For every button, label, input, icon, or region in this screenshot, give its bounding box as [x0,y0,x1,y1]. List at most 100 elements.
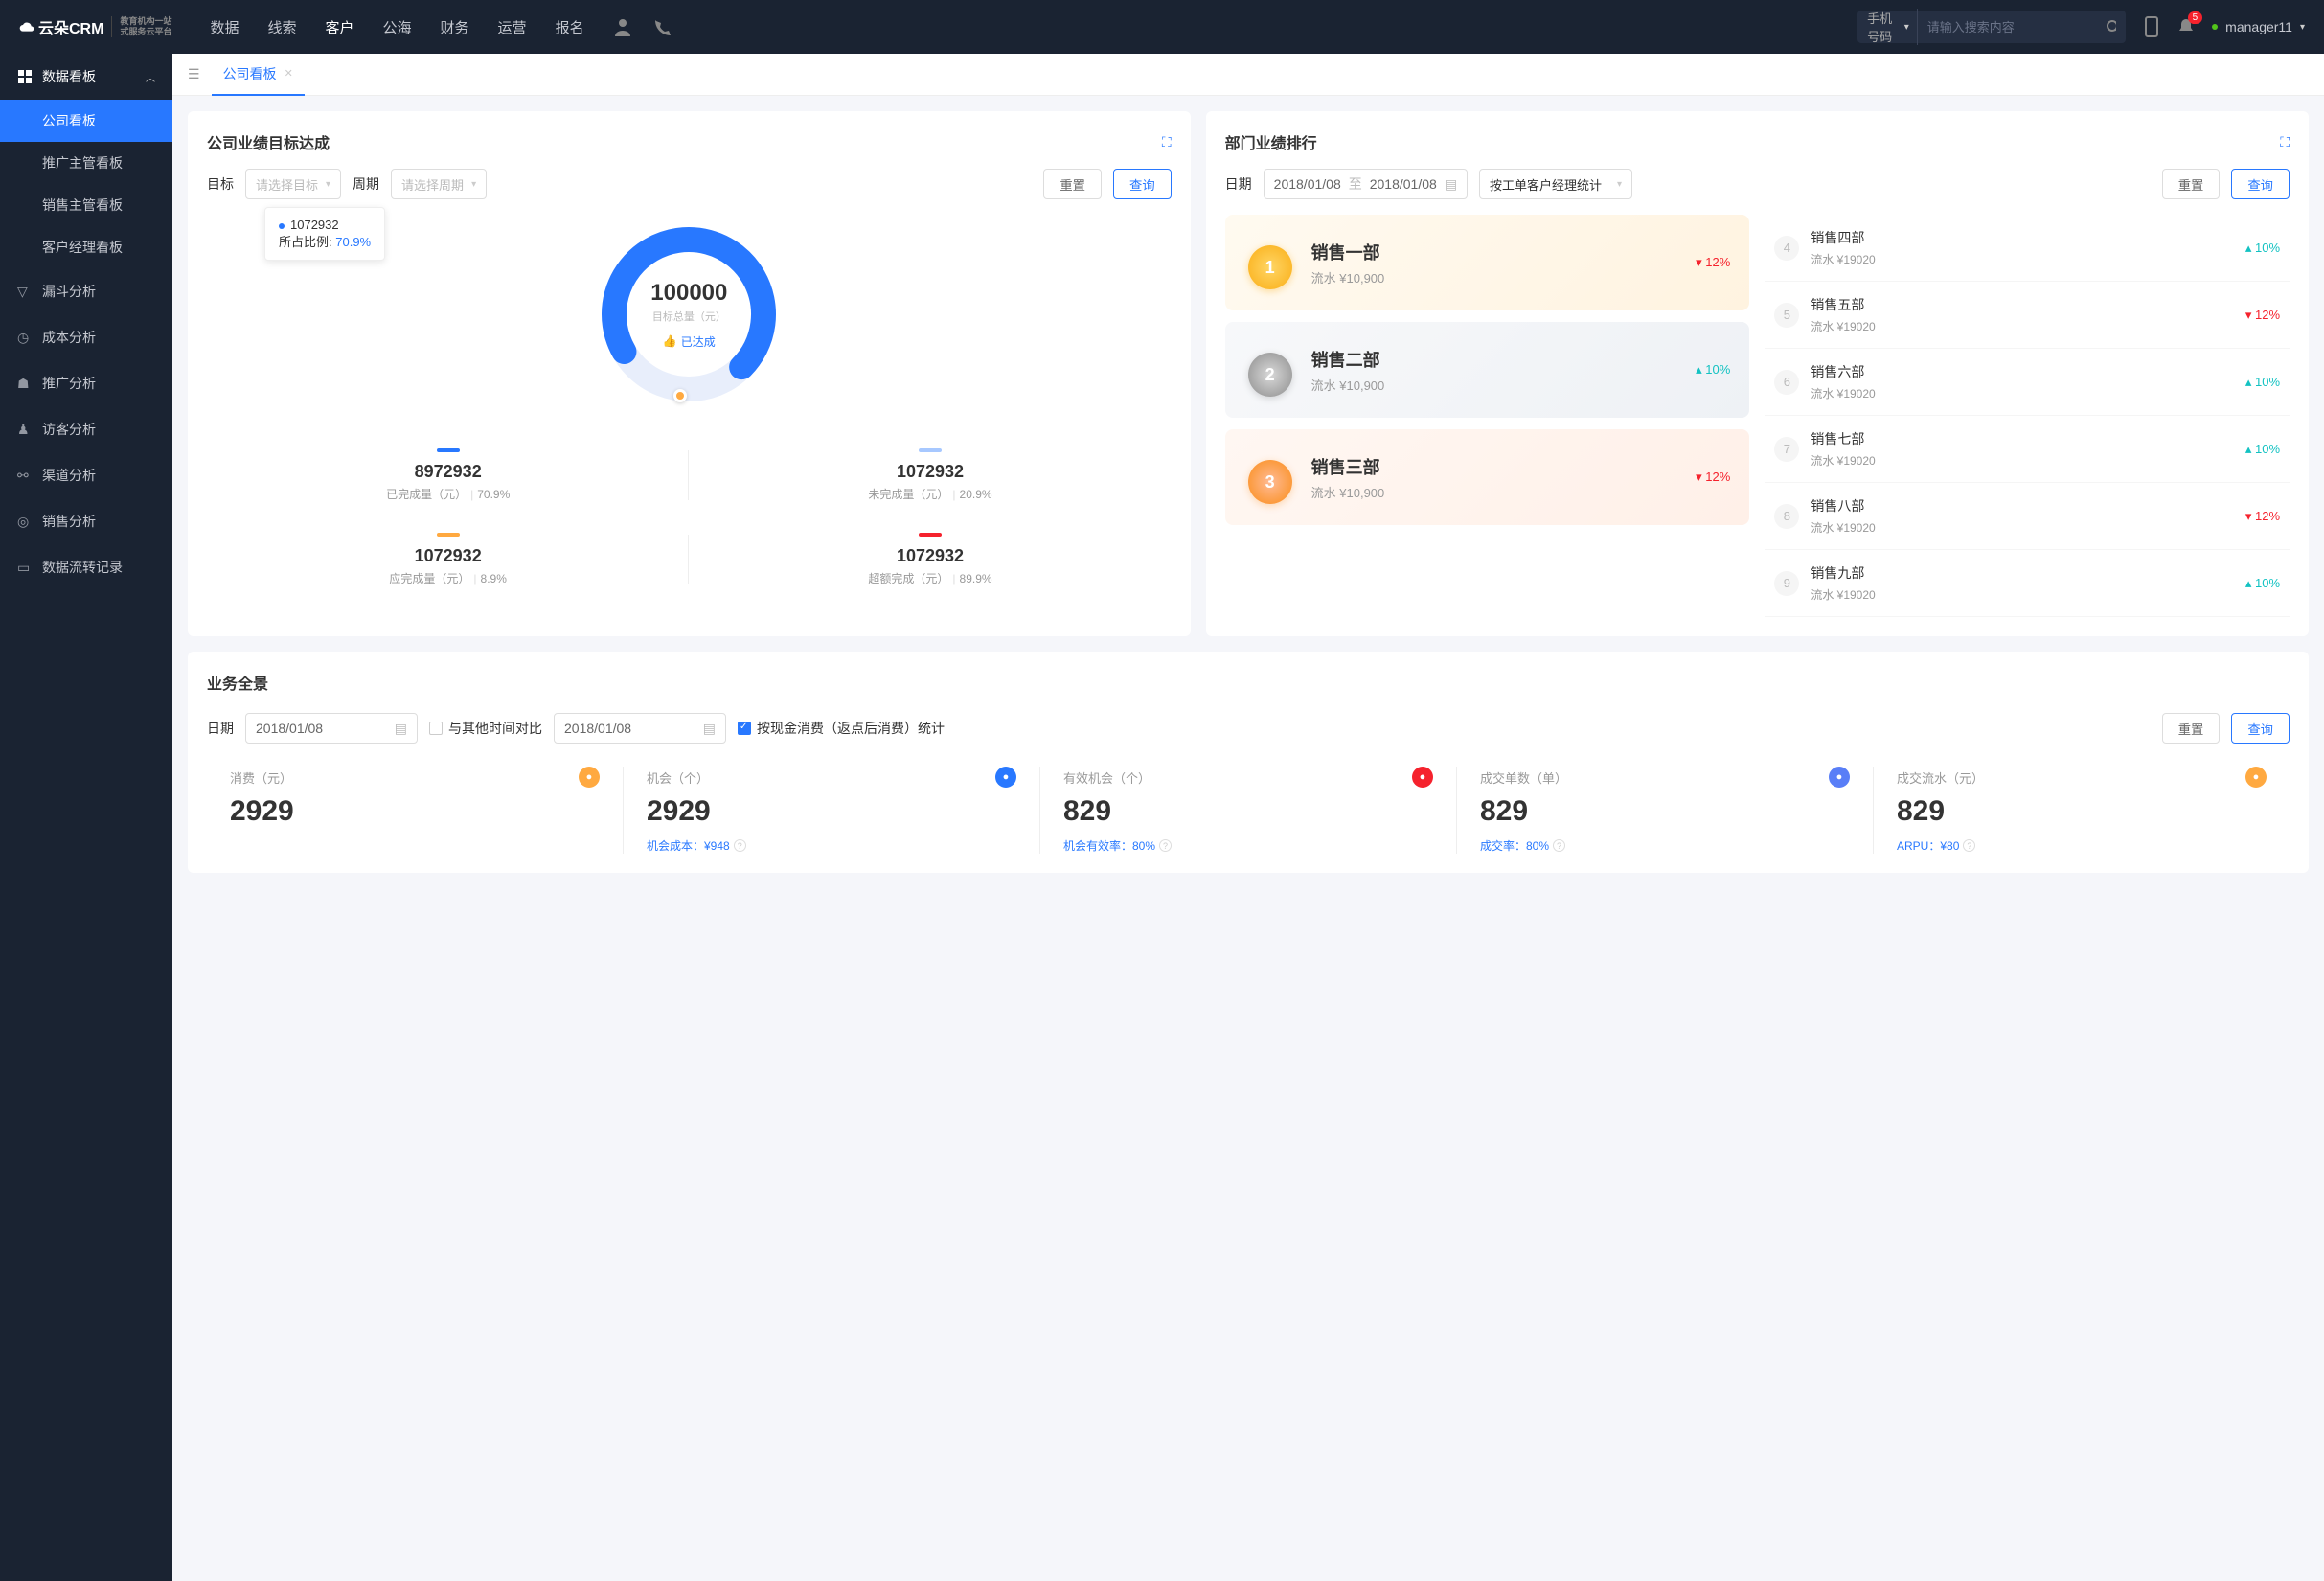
kpi-sub-link[interactable]: 机会成本：¥948 ? [647,837,1016,854]
menu-icon: ▽ [17,284,33,300]
query-button[interactable]: 查询 [2231,713,2290,744]
toggle-sidebar-icon[interactable]: ☰ [188,66,200,82]
metric: 1072932未完成量（元）|20.9% [689,433,1171,517]
search-input[interactable] [1918,20,2106,34]
medal-icon: 1 [1244,234,1296,291]
tab-label: 公司看板 [223,64,277,83]
nav-item[interactable]: 运营 [498,17,527,37]
sidebar-item[interactable]: 推广主管看板 [0,142,172,184]
rank-row[interactable]: 4销售四部流水 ¥19020▴ 10% [1765,215,2290,282]
kpi-icon: ● [995,767,1016,788]
panel-overview: 业务全景 日期 2018/01/08▤ 与其他时间对比 2018/01/08▤ … [188,652,2309,873]
rank-row[interactable]: 6销售六部流水 ¥19020▴ 10% [1765,349,2290,416]
reset-button[interactable]: 重置 [2162,713,2221,744]
metric: 8972932已完成量（元）|70.9% [207,433,689,517]
date-input[interactable]: 2018/01/08▤ [245,713,418,744]
nav-icons [613,17,671,36]
rank-card[interactable]: 1销售一部流水 ¥10,900▾ 12% [1225,215,1750,310]
donut-label: 目标总量（元） [652,309,726,324]
phone-icon[interactable] [651,17,671,36]
search-type-select[interactable]: 手机号码▾ [1867,9,1918,45]
rank-row[interactable]: 9销售九部流水 ¥19020▴ 10% [1765,550,2290,617]
help-icon[interactable]: ? [1553,839,1565,852]
sidebar-link[interactable]: ◎销售分析 [0,498,172,544]
rank-card[interactable]: 3销售三部流水 ¥10,900▾ 12% [1225,429,1750,525]
sidebar-link[interactable]: ♟访客分析 [0,406,172,452]
nav-item[interactable]: 数据 [210,17,239,37]
label-period: 周期 [353,174,379,194]
medal-icon: 3 [1244,448,1296,506]
rank-card[interactable]: 2销售二部流水 ¥10,900▴ 10% [1225,322,1750,418]
sidebar-link[interactable]: ⚯渠道分析 [0,452,172,498]
cloud-icon [19,19,34,34]
nav-item[interactable]: 报名 [556,17,584,37]
help-icon[interactable]: ? [1963,839,1975,852]
sidebar-link[interactable]: ▭数据流转记录 [0,544,172,590]
kpi-sub-link[interactable]: 成交率：80% ? [1480,837,1850,854]
search-bar[interactable]: 手机号码▾ [1857,11,2126,43]
help-icon[interactable]: ? [1159,839,1172,852]
chart-tooltip: 1072932 所占比例: 70.9% [264,207,385,261]
select-target[interactable]: 请选择目标▾ [245,169,341,199]
sidebar: 数据看板 ︿ 公司看板推广主管看板销售主管看板客户经理看板 ▽漏斗分析◷成本分析… [0,54,172,1581]
dashboard-icon [17,69,33,84]
expand-icon[interactable]: ⛶ [2280,134,2290,150]
panel-goals: 公司业绩目标达成 ⛶ 目标 请选择目标▾ 周期 请选择周期▾ 重置 查询 107… [188,111,1191,636]
rank-row[interactable]: 8销售八部流水 ¥19020▾ 12% [1765,483,2290,550]
nav-item[interactable]: 线索 [267,17,296,37]
menu-icon: ⚯ [17,468,33,484]
calendar-icon: ▤ [703,721,716,737]
sidebar-link[interactable]: ☗推广分析 [0,360,172,406]
calendar-icon: ▤ [1445,176,1457,193]
nav-item[interactable]: 公海 [383,17,412,37]
sidebar-item[interactable]: 客户经理看板 [0,226,172,268]
nav-item[interactable]: 客户 [326,17,354,37]
logo[interactable]: 云朵CRM 教育机构一站式服务云平台 [19,15,171,38]
menu-icon: ☗ [17,376,33,392]
close-icon[interactable]: ✕ [285,67,293,80]
logo-text: 云朵CRM [38,15,103,38]
user-icon[interactable] [613,17,632,36]
metric: 1072932超额完成（元）|89.9% [689,517,1171,602]
kpi-card: 成交流水（元）●829ARPU：¥80 ? [1873,767,2290,854]
menu-icon: ◎ [17,514,33,530]
date-input-2[interactable]: 2018/01/08▤ [554,713,726,744]
query-button[interactable]: 查询 [1113,169,1172,199]
compare-checkbox[interactable]: 与其他时间对比 [429,719,542,738]
notification-bell[interactable]: 5 [2177,17,2195,37]
cash-checkbox[interactable]: 按现金消费（返点后消费）统计 [738,719,945,738]
date-range-input[interactable]: 2018/01/08至2018/01/08 ▤ [1264,169,1468,199]
query-button[interactable]: 查询 [2231,169,2290,199]
label-target: 目标 [207,174,234,194]
select-stat-mode[interactable]: 按工单客户经理统计▾ [1479,169,1632,199]
kpi-sub-link[interactable]: ARPU：¥80 ? [1897,837,2267,854]
reset-button[interactable]: 重置 [2162,169,2221,199]
rank-row[interactable]: 5销售五部流水 ¥19020▾ 12% [1765,282,2290,349]
search-icon[interactable] [2106,19,2116,34]
help-icon[interactable]: ? [734,839,746,852]
panel-title: 业务全景 [207,671,2290,694]
expand-icon[interactable]: ⛶ [1162,134,1172,150]
status-dot [2212,24,2218,30]
sidebar-item[interactable]: 销售主管看板 [0,184,172,226]
tab-company-board[interactable]: 公司看板 ✕ [212,54,305,96]
donut-chart[interactable]: 100000 目标总量（元） 👍已达成 [593,218,785,410]
donut-value: 100000 [650,280,727,307]
sidebar-link[interactable]: ◷成本分析 [0,314,172,360]
medal-icon: 2 [1244,341,1296,399]
nav-item[interactable]: 财务 [441,17,469,37]
topbar: 云朵CRM 教育机构一站式服务云平台 数据线索客户公海财务运营报名 手机号码▾ … [0,0,2324,54]
chevron-up-icon: ︿ [146,70,155,84]
sidebar-group-header[interactable]: 数据看板 ︿ [0,54,172,100]
kpi-card: 成交单数（单）●829成交率：80% ? [1456,767,1873,854]
rank-row[interactable]: 7销售七部流水 ¥19020▴ 10% [1765,416,2290,483]
reset-button[interactable]: 重置 [1043,169,1102,199]
label-date: 日期 [207,719,234,738]
kpi-sub-link[interactable]: 机会有效率：80% ? [1063,837,1433,854]
user-menu[interactable]: manager11 ▾ [2212,19,2305,34]
mobile-icon[interactable] [2143,16,2160,37]
panel-title: 部门业绩排行 [1225,130,1317,153]
sidebar-item[interactable]: 公司看板 [0,100,172,142]
select-period[interactable]: 请选择周期▾ [391,169,487,199]
sidebar-link[interactable]: ▽漏斗分析 [0,268,172,314]
